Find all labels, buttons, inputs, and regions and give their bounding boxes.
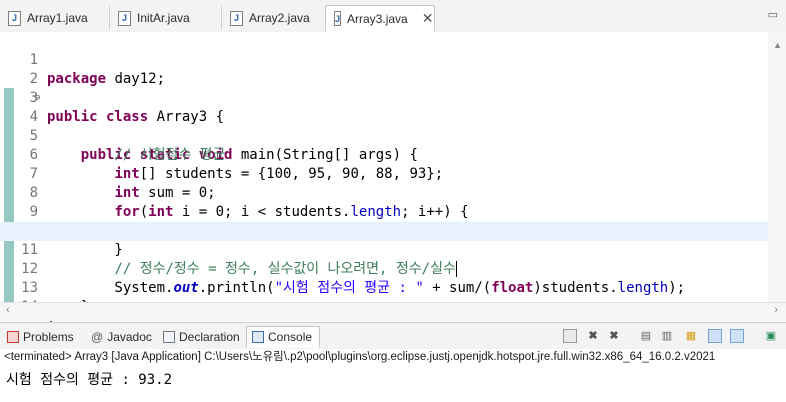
console-icon bbox=[252, 331, 264, 343]
code-line: 5 // 시험점수 평균 bbox=[0, 108, 782, 163]
fold-collapse-icon[interactable]: ⊖ bbox=[35, 89, 40, 108]
tab-label: Array3.java bbox=[347, 11, 408, 26]
clear-console-icon[interactable]: ▤ bbox=[639, 329, 653, 343]
editor-tab-bar: J Array1.java J InitAr.java J Array2.jav… bbox=[0, 0, 786, 33]
scroll-lock-icon[interactable]: ▥ bbox=[660, 329, 674, 343]
pin-console-icon[interactable]: ▣ bbox=[764, 329, 778, 343]
code-line-current: 11 // 정수/정수 = 정수, 실수값이 나오려면, 정수/실수 bbox=[0, 222, 782, 277]
code-line: 4 ⊖ public static void main(String[] arg… bbox=[0, 89, 782, 163]
remove-all-launches-icon[interactable]: ✖ bbox=[607, 329, 621, 343]
java-file-icon: J bbox=[230, 10, 243, 26]
editor-horizontal-scrollbar[interactable]: ‹ › bbox=[0, 302, 786, 321]
tab-label: Array2.java bbox=[249, 11, 310, 25]
console-output: 시험 점수의 평균 : 93.2 bbox=[6, 372, 173, 388]
java-file-icon: J bbox=[118, 10, 131, 26]
scroll-up-icon[interactable]: ▲ bbox=[773, 40, 782, 50]
close-icon[interactable]: ✕ bbox=[422, 10, 434, 27]
remove-launch-icon[interactable]: ✖ bbox=[586, 329, 600, 343]
show-on-stderr-icon[interactable] bbox=[730, 329, 744, 343]
console-status-line: <terminated> Array3 [Java Application] C… bbox=[0, 349, 786, 365]
tab-declaration[interactable]: Declaration bbox=[158, 326, 245, 348]
editor-vertical-scrollbar[interactable]: ▲ bbox=[768, 32, 786, 302]
tab-javadoc[interactable]: @ Javadoc bbox=[86, 326, 157, 348]
code-line: 12 System.out.println("시험 점수의 평균 : " + s… bbox=[0, 241, 782, 296]
code-line: 14 } bbox=[0, 279, 782, 334]
code-line: 6 int[] students = {100, 95, 90, 88, 93}… bbox=[0, 127, 782, 182]
tab-console[interactable]: Console bbox=[246, 326, 320, 348]
tab-array3[interactable]: J Array3.java ✕ bbox=[325, 5, 435, 32]
tab-array2[interactable]: J Array2.java bbox=[222, 6, 330, 30]
tab-label: Javadoc bbox=[107, 330, 152, 344]
show-on-stdout-icon[interactable] bbox=[708, 329, 722, 343]
scroll-right-icon[interactable]: › bbox=[774, 304, 778, 316]
terminate-icon[interactable] bbox=[563, 329, 577, 343]
minimize-icon[interactable]: ▭ bbox=[768, 9, 778, 21]
scroll-left-icon[interactable]: ‹ bbox=[6, 304, 10, 316]
code-editor[interactable]: 1 package day12; 2 3 public class Array3… bbox=[0, 32, 786, 334]
code-line: 7 int sum = 0; bbox=[0, 146, 782, 201]
java-file-icon: J bbox=[334, 11, 342, 26]
code-line: 2 bbox=[0, 51, 782, 87]
code-line: 13 } bbox=[0, 260, 782, 315]
declaration-icon bbox=[163, 331, 175, 343]
code-line: 8 for(int i = 0; i < students.length; i+… bbox=[0, 165, 782, 220]
at-sign-icon: @ bbox=[91, 330, 104, 344]
tab-label: Array1.java bbox=[27, 11, 88, 25]
code-line: 1 package day12; bbox=[0, 32, 782, 87]
tab-problems[interactable]: Problems bbox=[2, 326, 79, 348]
editor-window-controls[interactable]: ▭ bbox=[768, 8, 778, 21]
tab-label: InitAr.java bbox=[137, 11, 190, 25]
tab-initar[interactable]: J InitAr.java bbox=[110, 6, 222, 30]
bottom-panel-tab-bar: Problems @ Javadoc Declaration Console ✖… bbox=[0, 322, 786, 350]
tab-array1[interactable]: J Array1.java bbox=[0, 6, 110, 30]
code-line: 3 public class Array3 { bbox=[0, 70, 782, 125]
code-line: 10 } bbox=[0, 203, 782, 258]
code-line: 9 sum += students[i]; bbox=[0, 184, 782, 239]
java-file-icon: J bbox=[8, 10, 21, 26]
tab-label: Problems bbox=[23, 330, 74, 344]
tab-label: Declaration bbox=[179, 330, 240, 344]
word-wrap-icon[interactable]: ▦ bbox=[684, 329, 698, 343]
tab-label: Console bbox=[268, 330, 313, 344]
problems-icon bbox=[7, 331, 19, 343]
